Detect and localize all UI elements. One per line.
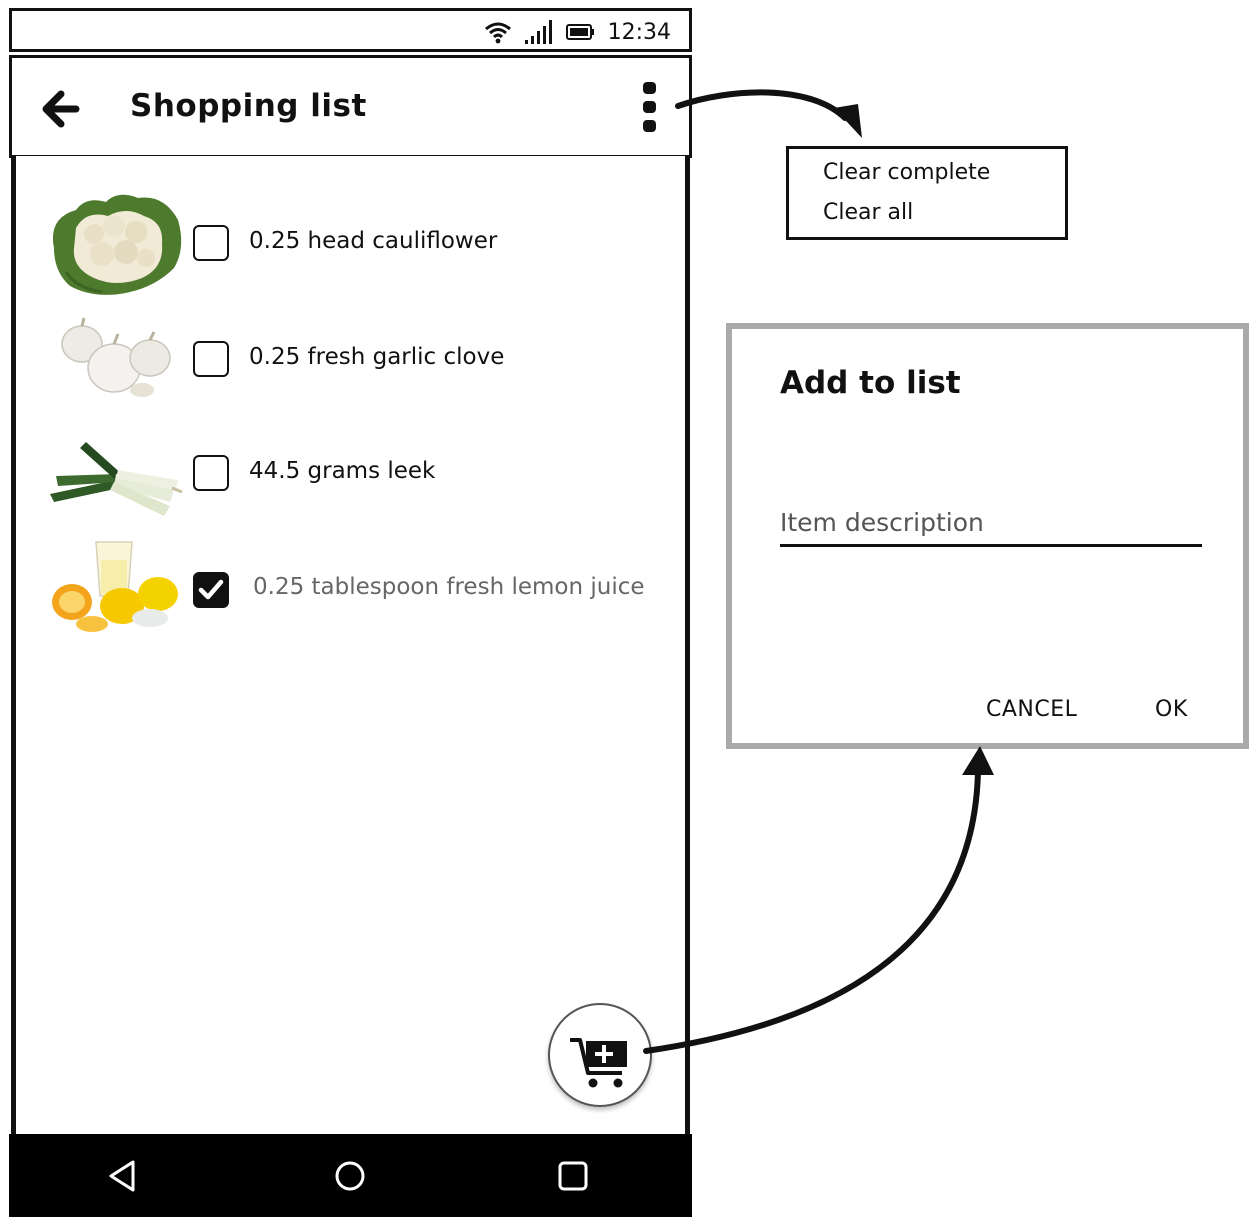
signal-icon [524, 20, 552, 44]
recents-square-icon [558, 1161, 588, 1191]
item-label: 44.5 grams leek [249, 458, 436, 484]
arrow-to-dialog-head [962, 746, 994, 775]
arrow-to-menu-head [834, 104, 862, 138]
arrow-to-dialog [643, 767, 981, 1054]
overflow-menu: Clear complete Clear all [786, 146, 1068, 240]
menu-item-clear-complete[interactable]: Clear complete [823, 160, 990, 185]
nav-recents-button[interactable] [553, 1156, 593, 1196]
back-button[interactable] [38, 86, 84, 132]
page-title: Shopping list [130, 88, 367, 124]
app-bar: Shopping list [9, 55, 692, 158]
shopping-list: 0.25 head cauliflower 0.25 fresh garlic … [11, 156, 690, 1138]
cancel-button[interactable]: CANCEL [986, 697, 1077, 722]
back-triangle-icon [109, 1160, 135, 1192]
item-label: 0.25 fresh garlic clove [249, 344, 505, 370]
arrow-to-menu [675, 89, 848, 121]
navigation-bar [9, 1134, 692, 1217]
add-item-fab[interactable] [548, 1003, 652, 1107]
list-item: 0.25 head cauliflower [36, 188, 686, 298]
arrow-left-icon [42, 90, 80, 128]
cauliflower-image [52, 194, 182, 295]
item-checkbox[interactable] [193, 341, 229, 377]
item-checkbox[interactable] [193, 455, 229, 491]
wifi-icon [484, 22, 511, 44]
add-to-cart-icon [570, 1038, 627, 1088]
overflow-menu-button[interactable] [638, 80, 662, 134]
nav-back-button[interactable] [103, 1156, 143, 1196]
status-time: 12:34 [607, 19, 671, 45]
item-description-input[interactable] [780, 501, 1202, 547]
nav-home-button[interactable] [330, 1156, 370, 1196]
ok-button[interactable]: OK [1155, 697, 1188, 722]
list-item: 44.5 grams leek [36, 418, 686, 528]
dialog-title: Add to list [780, 365, 961, 401]
menu-item-clear-all[interactable]: Clear all [823, 200, 913, 225]
item-checkbox[interactable] [193, 225, 229, 261]
battery-icon [565, 24, 594, 40]
leek-image [50, 442, 183, 516]
add-to-list-dialog: Add to list CANCEL OK [726, 323, 1249, 749]
more-vertical-icon [643, 82, 656, 132]
status-bar: 12:34 [9, 8, 692, 52]
status-icons: 12:34 [484, 17, 671, 47]
home-circle-icon [335, 1161, 365, 1191]
item-label: 0.25 tablespoon fresh lemon juice [253, 574, 645, 600]
list-item: 0.25 fresh garlic clove [36, 304, 686, 414]
list-item: 0.25 tablespoon fresh lemon juice [36, 532, 686, 642]
check-icon [198, 579, 224, 600]
item-label: 0.25 head cauliflower [249, 228, 498, 254]
item-checkbox[interactable] [193, 572, 229, 608]
garlic-image [61, 317, 171, 397]
lemon-image [52, 541, 178, 632]
